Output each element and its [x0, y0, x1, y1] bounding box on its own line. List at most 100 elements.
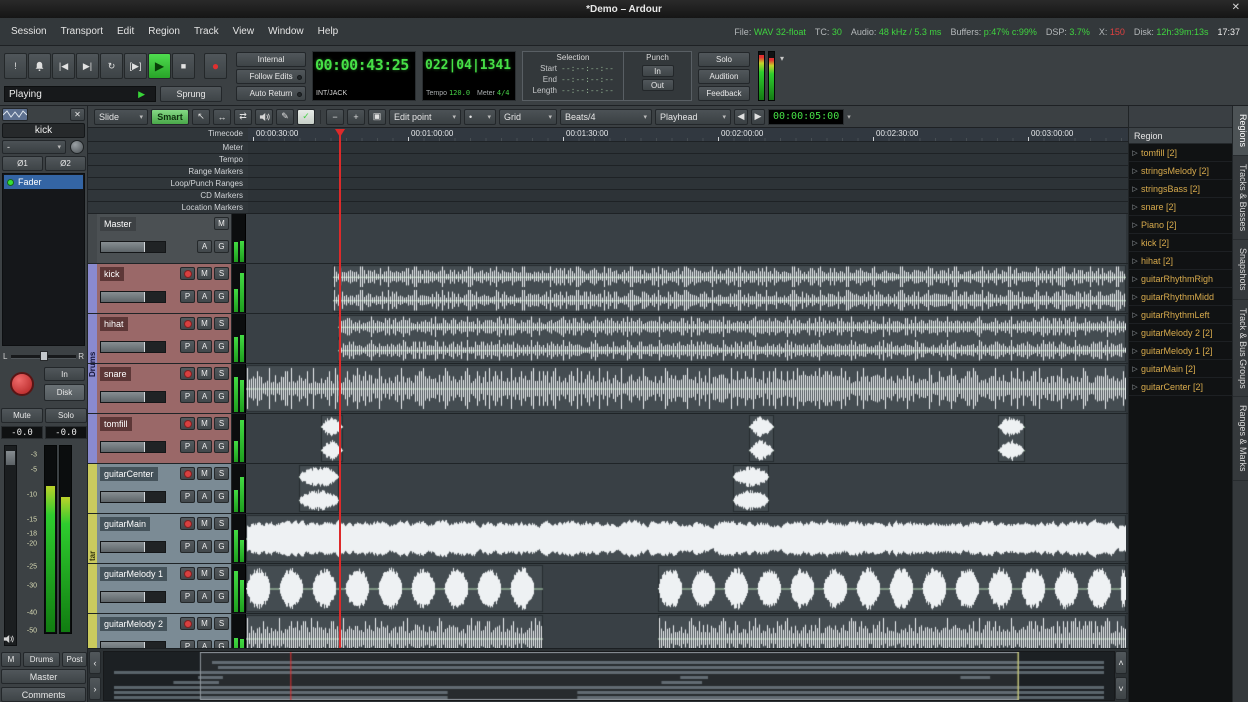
- track-gain-fader[interactable]: [100, 541, 166, 553]
- record-enable-button[interactable]: [180, 367, 195, 380]
- solo-button[interactable]: S: [214, 567, 229, 580]
- track-gain-fader[interactable]: [100, 241, 166, 253]
- auto-return-button[interactable]: Auto Return: [236, 86, 306, 101]
- record-enable-button[interactable]: [180, 267, 195, 280]
- region-list-item[interactable]: ▷stringsBass [2]: [1129, 180, 1232, 198]
- record-enable-button[interactable]: [180, 417, 195, 430]
- strip-mute-button[interactable]: Mute: [1, 408, 43, 423]
- monitor-speaker-icon[interactable]: [3, 631, 14, 649]
- track-waveform-canvas[interactable]: [246, 264, 1126, 313]
- mute-button[interactable]: M: [214, 217, 229, 230]
- internal-edit-mode-button[interactable]: ✓: [297, 109, 315, 125]
- play-selection-button[interactable]: [▶]: [124, 53, 147, 79]
- pan-slider[interactable]: [11, 355, 76, 359]
- stretch-mode-button[interactable]: ⇄: [234, 109, 252, 125]
- ruler-label-range-markers[interactable]: Range Markers: [88, 166, 248, 177]
- phase-invert-1-button[interactable]: Ø1: [2, 156, 43, 171]
- track-header-hihat[interactable]: hihatMSPAG: [97, 314, 232, 363]
- solo-button[interactable]: S: [214, 367, 229, 380]
- zoom-fit-button[interactable]: ▣: [368, 109, 386, 125]
- automation-button[interactable]: A: [197, 440, 212, 453]
- loop-button[interactable]: ↻: [100, 53, 123, 79]
- playlist-button[interactable]: P: [180, 340, 195, 353]
- go-to-end-button[interactable]: ▶|: [76, 53, 99, 79]
- play-button[interactable]: ▶: [148, 53, 171, 79]
- automation-button[interactable]: A: [197, 590, 212, 603]
- region-list-item[interactable]: ▷stringsMelody [2]: [1129, 162, 1232, 180]
- metronome-button[interactable]: [28, 53, 51, 79]
- shuttle-control[interactable]: Playing ▶: [4, 86, 156, 102]
- monitor-input-button[interactable]: In: [44, 367, 85, 381]
- menu-session[interactable]: Session: [4, 23, 54, 40]
- secondary-clock[interactable]: 022|04|1341 Tempo 120.0 Meter 4/4: [422, 51, 516, 101]
- follow-edits-button[interactable]: Follow Edits: [236, 69, 306, 84]
- strip-track-name[interactable]: kick: [2, 123, 85, 138]
- grab-mode-button[interactable]: ↖: [192, 109, 210, 125]
- playlist-button[interactable]: P: [180, 490, 195, 503]
- processor-active-led[interactable]: [7, 179, 14, 186]
- mute-button[interactable]: M: [197, 367, 212, 380]
- track-header-kick[interactable]: kickMSPAG: [97, 264, 232, 313]
- track-name[interactable]: hihat: [100, 317, 128, 331]
- monitor-disk-button[interactable]: Disk: [44, 384, 85, 401]
- track-gain-fader[interactable]: [100, 641, 166, 648]
- track-name[interactable]: guitarMain: [100, 517, 150, 531]
- mute-button[interactable]: M: [197, 267, 212, 280]
- track-header-snare[interactable]: snareMSPAG: [97, 364, 232, 413]
- menu-edit[interactable]: Edit: [110, 23, 141, 40]
- track-name[interactable]: snare: [100, 367, 131, 381]
- side-tab-regions[interactable]: Regions: [1233, 106, 1248, 156]
- region-list-header[interactable]: Region: [1129, 128, 1232, 144]
- playlist-button[interactable]: P: [180, 540, 195, 553]
- track-header-master[interactable]: MasterMAG: [97, 214, 232, 263]
- track-gain-fader[interactable]: [100, 391, 166, 403]
- track-gain-fader[interactable]: [100, 591, 166, 603]
- playlist-button[interactable]: P: [180, 440, 195, 453]
- menu-transport[interactable]: Transport: [54, 23, 110, 40]
- ruler-range-markers[interactable]: [248, 166, 1128, 177]
- summary-scroll-down-button[interactable]: ˅: [1115, 677, 1127, 700]
- strip-trim-knob[interactable]: [70, 140, 84, 154]
- playlist-button[interactable]: P: [180, 590, 195, 603]
- selection-length-clock[interactable]: --:--:--:--: [561, 86, 614, 95]
- menu-track[interactable]: Track: [187, 23, 226, 40]
- track-waveform-canvas[interactable]: [246, 464, 1126, 513]
- record-enable-button[interactable]: [180, 317, 195, 330]
- track-waveform-canvas[interactable]: [246, 364, 1126, 413]
- selection-end-clock[interactable]: --:--:--:--: [561, 75, 614, 84]
- automation-button[interactable]: A: [197, 340, 212, 353]
- track-gain-fader[interactable]: [100, 341, 166, 353]
- side-tab-tracks-busses[interactable]: Tracks & Busses: [1233, 156, 1248, 240]
- window-close-button[interactable]: ✕: [1232, 2, 1240, 13]
- track-name[interactable]: guitarMelody 1: [100, 567, 167, 581]
- menu-help[interactable]: Help: [311, 23, 346, 40]
- mute-button[interactable]: M: [197, 467, 212, 480]
- solo-button[interactable]: S: [214, 617, 229, 630]
- primary-clock[interactable]: 00:00:43:25 INT/JACK: [312, 51, 416, 101]
- track-gain-fader[interactable]: [100, 441, 166, 453]
- peak-display[interactable]: -0.0: [45, 426, 87, 439]
- record-enable-button[interactable]: [180, 567, 195, 580]
- ruler-meter[interactable]: [248, 142, 1128, 153]
- group-button[interactable]: G: [214, 590, 229, 603]
- mute-button[interactable]: M: [197, 567, 212, 580]
- region-list-item[interactable]: ▷guitarRhythmLeft: [1129, 306, 1232, 324]
- automation-button[interactable]: A: [197, 240, 212, 253]
- track-name[interactable]: guitarCenter: [100, 467, 158, 481]
- region-list-item[interactable]: ▷hihat [2]: [1129, 252, 1232, 270]
- phase-invert-2-button[interactable]: Ø2: [45, 156, 86, 171]
- group-button[interactable]: G: [214, 440, 229, 453]
- track-name[interactable]: guitarMelody 2: [100, 617, 167, 631]
- ruler-label-cd-markers[interactable]: CD Markers: [88, 190, 248, 201]
- side-tab-track-bus-groups[interactable]: Track & Bus Groups: [1233, 300, 1248, 398]
- nudge-clock[interactable]: 00:00:05:00: [768, 109, 844, 125]
- track-canvas-area[interactable]: MasterMAGkickMSPAGhihatMSPAGsnareMSPAGto…: [88, 214, 1128, 648]
- solo-button[interactable]: S: [214, 517, 229, 530]
- strip-gain-fader[interactable]: [4, 445, 17, 646]
- nudge-back-button[interactable]: ◀: [734, 109, 748, 125]
- region-list-item[interactable]: ▷guitarMelody 2 [2]: [1129, 324, 1232, 342]
- processor-fader-entry[interactable]: Fader: [4, 175, 83, 189]
- region-list-item[interactable]: ▷kick [2]: [1129, 234, 1232, 252]
- side-tab-snapshots[interactable]: Snapshots: [1233, 240, 1248, 300]
- audition-button[interactable]: Audition: [698, 69, 750, 84]
